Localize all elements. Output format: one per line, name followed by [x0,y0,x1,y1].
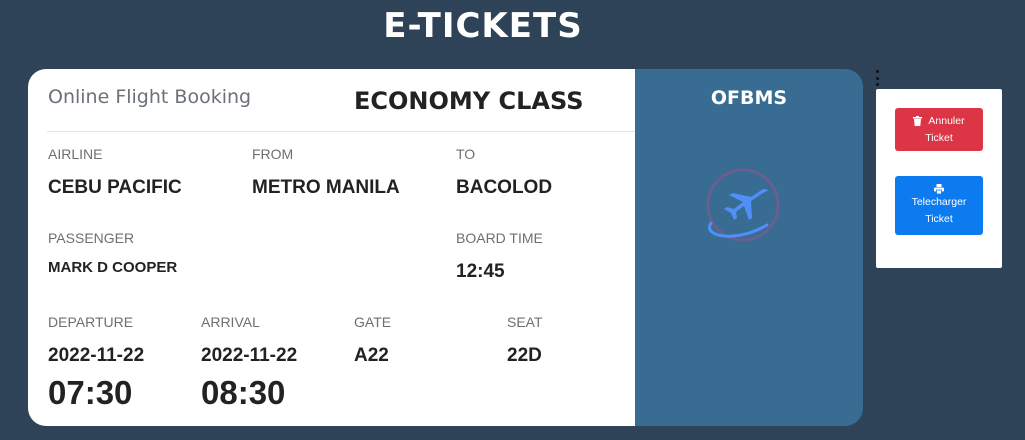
side-brand-title: OFBMS [710,87,788,109]
divider [47,131,635,132]
cancel-ticket-label-1: Annuler [928,114,965,127]
board-time-label: BOARD TIME [456,230,543,246]
download-ticket-label-2: Ticket [925,212,953,225]
ticket-side-section: OFBMS [635,69,863,426]
departure-time: 07:30 [48,374,133,411]
download-ticket-label-1: Telecharger [911,195,967,208]
airplane-logo-icon [706,168,780,242]
airline-value: CEBU PACIFIC [48,177,182,198]
brand-name: Online Flight Booking [48,86,252,108]
passenger-value: MARK D COOPER [48,259,178,276]
page-title: E-TICKETS [383,6,583,46]
arrival-time: 08:30 [201,374,286,411]
seat-value: 22D [507,345,542,366]
print-icon [934,183,944,194]
to-label: TO [456,146,476,162]
ticket-actions-dropdown: Annuler Ticket Telecharger Ticket [876,89,1002,268]
cancel-ticket-button[interactable]: Annuler Ticket [895,108,983,151]
gate-value: A22 [354,345,389,366]
departure-label: DEPARTURE [48,314,134,330]
from-value: METRO MANILA [252,177,400,198]
airline-label: AIRLINE [48,146,103,162]
more-options-icon[interactable] [873,70,881,86]
departure-date: 2022-11-22 [48,345,145,366]
download-ticket-button[interactable]: Telecharger Ticket [895,176,983,235]
ticket-main-section: Online Flight Booking ECONOMY CLASS AIRL… [28,69,635,426]
cancel-ticket-label-2: Ticket [925,131,953,144]
to-value: BACOLOD [456,177,553,198]
arrival-label: ARRIVAL [201,314,260,330]
ticket-class: ECONOMY CLASS [354,87,584,115]
gate-label: GATE [354,314,392,330]
board-time-value: 12:45 [456,261,505,282]
seat-label: SEAT [507,314,543,330]
trash-icon [913,116,923,126]
passenger-label: PASSENGER [48,230,135,246]
e-ticket-card: Online Flight Booking ECONOMY CLASS AIRL… [28,69,863,426]
arrival-date: 2022-11-22 [201,345,298,366]
from-label: FROM [252,146,294,162]
